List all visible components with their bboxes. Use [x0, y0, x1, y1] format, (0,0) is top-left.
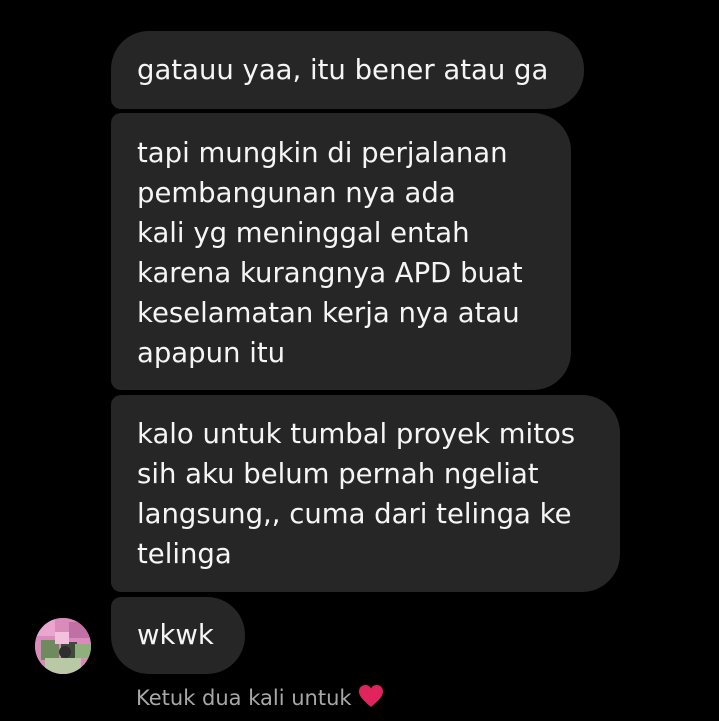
message-bubble[interactable]: kalo untuk tumbal proyek mitos sih aku b…: [111, 395, 620, 592]
hint-text: Ketuk dua kali untuk: [136, 686, 352, 710]
message-text: tapi mungkin di perjalanan: [137, 137, 508, 169]
message-text: keselamatan kerja nya atau: [137, 297, 520, 329]
message-bubble[interactable]: wkwk: [111, 597, 245, 674]
message-text: kalo untuk tumbal proyek mitos: [137, 418, 576, 450]
avatar-image: [35, 618, 91, 674]
sender-avatar[interactable]: [35, 618, 91, 674]
message-text: gatauu yaa, itu bener atau ga: [137, 54, 549, 86]
message-text: pembangunan nya ada: [137, 177, 456, 209]
message-text: wkwk: [137, 619, 214, 651]
double-tap-hint: Ketuk dua kali untuk: [136, 683, 384, 716]
heart-icon: [358, 684, 384, 716]
message-text: apapun itu: [137, 337, 286, 369]
message-bubble[interactable]: gatauu yaa, itu bener atau ga: [111, 31, 584, 109]
message-text: karena kurangnya APD buat: [137, 257, 523, 289]
message-text: kali yg meninggal entah: [137, 217, 470, 249]
message-text: langsung,, cuma dari telinga ke: [137, 498, 572, 530]
message-text: telinga: [137, 538, 232, 570]
message-text: sih aku belum pernah ngeliat: [137, 458, 539, 490]
message-bubble[interactable]: tapi mungkin di perjalanan pembangunan n…: [111, 113, 571, 390]
